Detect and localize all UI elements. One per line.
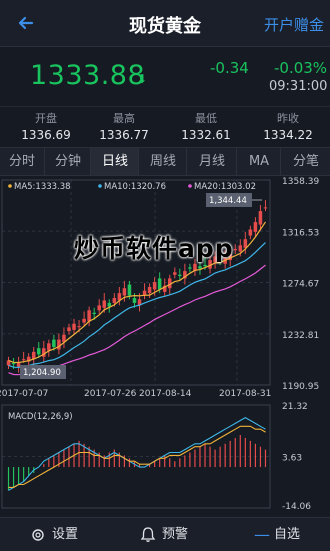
candle-body: [243, 239, 248, 248]
tab-ma[interactable]: MA: [236, 148, 281, 175]
y-tick-label: 1274.67: [282, 280, 319, 290]
candle-body: [21, 359, 26, 361]
price-change-percent: -0.03%: [274, 59, 328, 77]
candle-body: [36, 348, 41, 355]
stats-row: 开盘 1336.69 最高 1336.77 最低 1332.61 昨收 1334…: [0, 106, 330, 147]
candle-body: [11, 362, 16, 365]
candle-body: [203, 264, 207, 267]
stat-value: 1336.77: [99, 128, 149, 142]
legend-dot: [8, 184, 12, 188]
candle-body: [152, 282, 157, 290]
high-annotation-label: 1,344.44: [209, 196, 247, 206]
settings-button[interactable]: 设置: [52, 518, 78, 551]
candle-body: [52, 339, 56, 347]
open-account-button[interactable]: 开户赠金: [264, 14, 324, 35]
candle-body: [57, 339, 61, 350]
y-tick-label: 1316.53: [282, 228, 319, 238]
candle-body: [72, 323, 76, 330]
tab-minute[interactable]: 分钟: [44, 148, 91, 175]
candle-body: [157, 278, 162, 290]
stat-value: 1336.69: [21, 128, 71, 142]
candle-body: [248, 229, 253, 236]
watchlist-button[interactable]: 自选: [274, 518, 300, 551]
candle-body: [198, 266, 202, 269]
gear-icon[interactable]: [30, 527, 46, 543]
stat-open: 开盘 1336.69: [6, 110, 86, 142]
stat-prev-close: 昨收 1334.22: [248, 110, 328, 142]
tab-ticks[interactable]: 分笔: [280, 148, 330, 175]
candle-body: [188, 267, 192, 269]
candle-body: [87, 310, 91, 322]
current-price: 1333.88: [30, 60, 146, 91]
candle-body: [112, 298, 117, 303]
legend-dot: [98, 184, 102, 188]
tab-weekly[interactable]: 周线: [138, 148, 187, 175]
price-change: -0.34: [210, 59, 249, 77]
tab-daily[interactable]: 日线: [90, 148, 139, 175]
tab-monthly[interactable]: 月线: [186, 148, 237, 175]
candle-body: [263, 207, 268, 209]
alert-button[interactable]: 预警: [162, 518, 188, 551]
candle-body: [132, 298, 137, 303]
candle-body: [97, 305, 101, 311]
top-bar: 现货黄金 开户赠金: [0, 0, 330, 47]
low-annotation-label: 1,204.90: [23, 368, 61, 378]
stat-low: 最低 1332.61: [166, 110, 246, 142]
x-tick-label: 2017-07-26: [84, 389, 137, 399]
x-tick-label: 2017-08-14: [139, 389, 192, 399]
candle-body: [238, 245, 243, 252]
candle-body: [173, 272, 177, 275]
macd-dif-line: [8, 416, 266, 491]
kline-chart[interactable]: 1358.39 1316.53 1274.67 1232.81 1190.95 2017-…: [0, 175, 330, 515]
candle-body: [127, 284, 132, 296]
y-tick-label: 1190.95: [282, 382, 319, 392]
stat-label: 昨收: [277, 112, 299, 125]
chart-area[interactable]: 1358.39 1316.53 1274.67 1232.81 1190.95 2017-…: [0, 175, 330, 515]
candle-body: [82, 318, 86, 323]
bottom-bar: 设置 预警 — 自选: [0, 517, 330, 551]
stat-value: 1332.61: [181, 128, 231, 142]
candle-body: [178, 274, 182, 276]
macd-y-tick-label: 3.63: [282, 454, 302, 464]
candle-body: [67, 327, 71, 332]
macd-y-tick-label: 21.32: [282, 402, 308, 412]
candle-body: [47, 343, 51, 351]
candle-body: [147, 286, 152, 294]
quote-time: 09:31:00: [269, 79, 328, 94]
macd-y-tick-label: -14.06: [282, 502, 311, 512]
quote-panel: 1333.88 ⬇ -0.34 -0.03% 09:31:00: [0, 47, 330, 105]
macd-label: MACD(12,26,9): [8, 412, 73, 422]
candle-body: [122, 288, 127, 296]
period-tabs: 分时 分钟 日线 周线 月线 MA 分笔: [0, 147, 330, 176]
watermark-text: 炒币软件app: [74, 234, 234, 263]
candle-body: [233, 249, 238, 251]
candle-body: [92, 312, 96, 314]
candle-body: [77, 326, 81, 328]
y-tick-label: 1232.81: [282, 331, 319, 341]
legend-dot: [188, 184, 192, 188]
stat-label: 最低: [195, 112, 217, 125]
y-tick-label: 1358.39: [282, 177, 319, 187]
candle-body: [258, 211, 263, 225]
ma20-line: [8, 264, 266, 376]
candle-body: [16, 362, 21, 367]
down-arrow-icon: ⬇: [137, 72, 148, 86]
stat-value: 1334.22: [263, 128, 313, 142]
minus-icon[interactable]: —: [254, 518, 270, 551]
x-tick-label: 2017-08-31: [219, 389, 271, 399]
x-tick-label: 2017-07-07: [0, 389, 48, 399]
legend-label: MA10:1320.76: [104, 182, 166, 192]
legend-label: MA5:1333.38: [14, 182, 71, 192]
stat-label: 开盘: [35, 112, 57, 125]
candle-body: [102, 300, 107, 308]
legend-label: MA20:1303.02: [194, 182, 256, 192]
stat-label: 最高: [113, 112, 135, 125]
candle-body: [107, 302, 112, 307]
stat-high: 最高 1336.77: [84, 110, 164, 142]
candle-body: [253, 222, 258, 232]
bell-icon[interactable]: [140, 526, 156, 543]
tab-timeshare[interactable]: 分时: [0, 148, 44, 175]
